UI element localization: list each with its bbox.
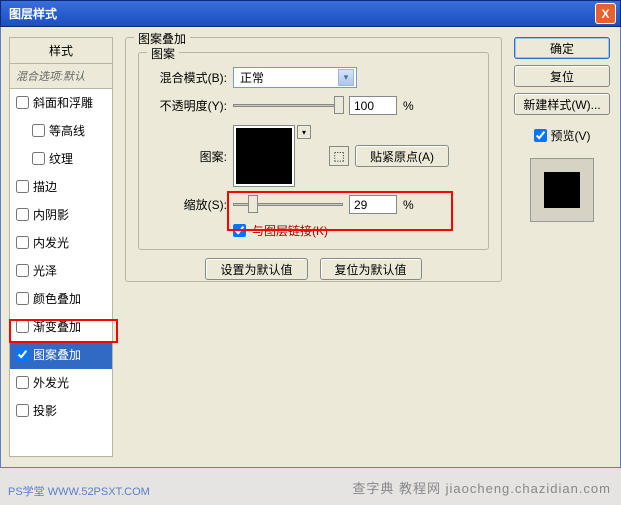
scale-input[interactable] [349,195,397,214]
style-checkbox[interactable] [16,320,29,333]
style-checkbox[interactable] [32,152,45,165]
preview-check-row[interactable]: 预览(V) [534,127,591,144]
style-label: 斜面和浮雕 [33,94,93,111]
opacity-slider[interactable] [233,104,343,107]
blend-mode-select[interactable]: 正常 ▾ [233,67,357,88]
style-item-0[interactable]: 斜面和浮雕 [10,89,112,117]
pattern-swatch[interactable] [233,125,295,187]
make-default-button[interactable]: 设置为默认值 [205,258,307,280]
style-label: 内发光 [33,234,69,251]
style-checkbox[interactable] [16,208,29,221]
scale-label: 缩放(S): [151,196,227,213]
blend-mode-value: 正常 [240,69,264,86]
link-layer-checkbox[interactable] [233,224,246,237]
close-button[interactable]: X [595,3,616,24]
style-item-6[interactable]: 光泽 [10,257,112,285]
styles-header[interactable]: 样式 [10,38,112,64]
scale-slider[interactable] [233,203,343,206]
group-title-inner: 图案 [147,45,179,62]
blend-options-header[interactable]: 混合选项:默认 [10,64,112,89]
link-layer-label: 与图层链接(K) [252,222,328,239]
pattern-label: 图案: [151,148,227,165]
percent-label-2: % [403,198,414,212]
styles-list-panel: 样式 混合选项:默认 斜面和浮雕等高线纹理描边内阴影内发光光泽颜色叠加渐变叠加图… [9,37,113,457]
reset-default-button[interactable]: 复位为默认值 [320,258,422,280]
blend-mode-row: 混合模式(B): 正常 ▾ [151,67,476,88]
percent-label: % [403,99,414,113]
style-item-2[interactable]: 纹理 [10,145,112,173]
close-icon: X [601,7,609,21]
style-checkbox[interactable] [16,376,29,389]
link-layer-row: 与图层链接(K) [151,222,476,239]
scale-slider-thumb[interactable] [248,195,258,213]
style-label: 颜色叠加 [33,290,81,307]
preview-checkbox[interactable] [534,129,547,142]
chevron-down-icon: ▾ [338,69,354,86]
style-label: 图案叠加 [33,346,81,363]
new-style-button[interactable]: 新建样式(W)... [514,93,610,115]
style-item-5[interactable]: 内发光 [10,229,112,257]
style-checkbox[interactable] [16,236,29,249]
pattern-dropdown-icon[interactable]: ▾ [297,125,311,139]
opacity-row: 不透明度(Y): % [151,96,476,115]
style-label: 渐变叠加 [33,318,81,335]
ok-button[interactable]: 确定 [514,37,610,59]
style-label: 纹理 [49,150,73,167]
style-item-1[interactable]: 等高线 [10,117,112,145]
snap-origin-button[interactable]: 贴紧原点(A) [355,145,449,167]
center-panel: 图案叠加 图案 混合模式(B): 正常 ▾ 不透明度(Y): % [113,37,502,457]
snap-origin-icon-button[interactable]: ⬚ [329,146,349,166]
opacity-slider-thumb[interactable] [334,96,344,114]
style-checkbox[interactable] [16,180,29,193]
style-item-10[interactable]: 外发光 [10,369,112,397]
style-label: 外发光 [33,374,69,391]
pattern-overlay-group: 图案叠加 图案 混合模式(B): 正常 ▾ 不透明度(Y): % [125,37,502,282]
pattern-inner-group: 图案 混合模式(B): 正常 ▾ 不透明度(Y): % [138,52,489,250]
dialog-body: 样式 混合选项:默认 斜面和浮雕等高线纹理描边内阴影内发光光泽颜色叠加渐变叠加图… [0,27,621,468]
dialog-title: 图层样式 [9,5,57,22]
style-item-8[interactable]: 渐变叠加 [10,313,112,341]
style-label: 光泽 [33,262,57,279]
style-item-3[interactable]: 描边 [10,173,112,201]
right-panel: 确定 复位 新建样式(W)... 预览(V) [502,37,612,457]
style-checkbox[interactable] [16,348,29,361]
style-item-4[interactable]: 内阴影 [10,201,112,229]
watermark-right: 查字典 教程网 jiaocheng.chazidian.com [352,478,611,497]
style-item-9[interactable]: 图案叠加 [10,341,112,369]
watermark-left: PS学堂 WWW.52PSXT.COM [8,483,150,499]
snap-icon: ⬚ [333,149,344,163]
preview-label: 预览(V) [551,127,591,144]
preview-swatch [530,158,594,222]
defaults-row: 设置为默认值 复位为默认值 [138,258,489,280]
opacity-input[interactable] [349,96,397,115]
style-checkbox[interactable] [16,264,29,277]
blend-mode-label: 混合模式(B): [151,69,227,86]
style-checkbox[interactable] [16,404,29,417]
title-bar: 图层样式 X [0,0,621,27]
style-label: 描边 [33,178,57,195]
opacity-label: 不透明度(Y): [151,97,227,114]
style-label: 内阴影 [33,206,69,223]
cancel-button[interactable]: 复位 [514,65,610,87]
style-item-7[interactable]: 颜色叠加 [10,285,112,313]
style-item-11[interactable]: 投影 [10,397,112,425]
preview-inner [544,172,580,208]
style-label: 投影 [33,402,57,419]
pattern-row: 图案: ▾ ⬚ 贴紧原点(A) [151,125,476,187]
style-label: 等高线 [49,122,85,139]
scale-row: 缩放(S): % [151,195,476,214]
style-checkbox[interactable] [16,96,29,109]
style-checkbox[interactable] [32,124,45,137]
style-checkbox[interactable] [16,292,29,305]
